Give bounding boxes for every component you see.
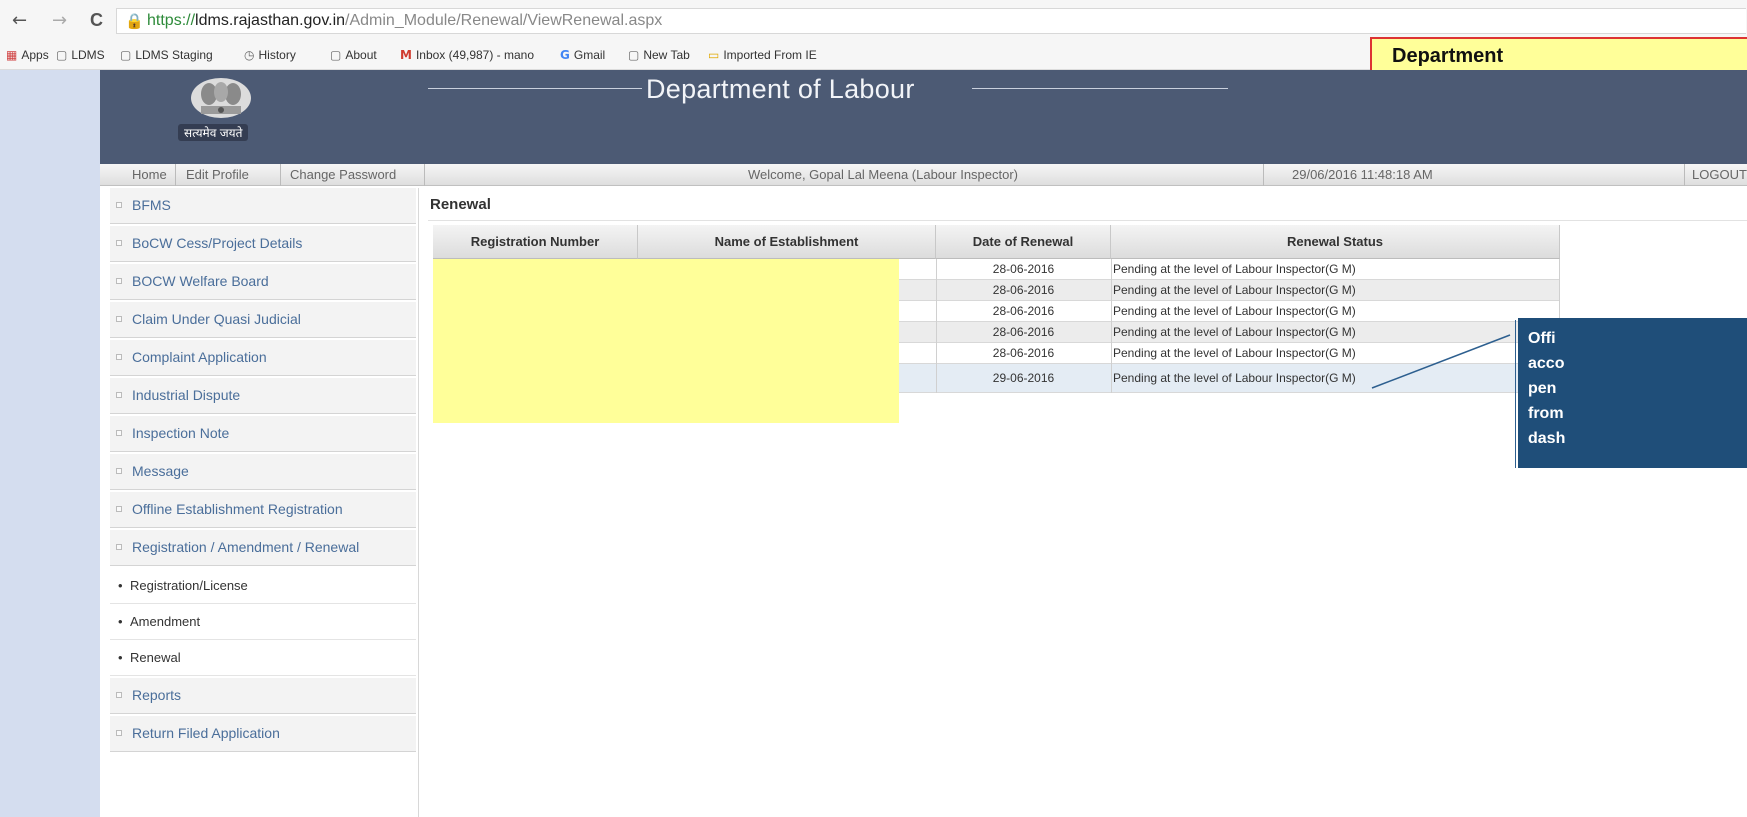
bookmark-ldms-staging[interactable]: ▢ LDMS Staging [120,48,213,62]
column-header-date-of-renewal[interactable]: Date of Renewal [936,225,1111,259]
history-icon: ◷ [244,48,255,62]
browser-toolbar: ← → C 🔒 https://ldms.rajasthan.gov.in/Ad… [0,0,1747,42]
bullet-square-icon [116,468,122,474]
sidebar-subitem-amendment[interactable]: • Amendment [110,604,416,640]
page-icon: ▢ [56,48,68,62]
sidebar-item-bocw-cess[interactable]: BoCW Cess/Project Details [110,226,416,262]
bullet-square-icon [116,316,122,322]
folder-icon: ▭ [708,48,720,62]
address-bar[interactable]: 🔒 https://ldms.rajasthan.gov.in/Admin_Mo… [116,8,1746,34]
page-title: Department of Labour [646,74,915,104]
apps-grid-icon: ▦ [6,48,18,62]
lock-icon: 🔒 [125,12,144,30]
bookmark-history[interactable]: ◷ History [244,48,296,62]
datetime-text: 29/06/2016 11:48:18 AM [1292,167,1433,182]
sidebar-item-registration-amendment-renewal[interactable]: Registration / Amendment / Renewal [110,530,416,566]
bullet-icon: • [118,650,123,665]
sidebar-item-bfms[interactable]: BFMS [110,188,416,224]
top-navigation: Home Edit Profile Change Password Welcom… [100,164,1747,186]
bullet-square-icon [116,202,122,208]
bullet-square-icon [116,430,122,436]
back-arrow-icon[interactable]: ← [12,10,27,31]
column-header-renewal-status[interactable]: Renewal Status [1111,225,1560,259]
page-margin [0,70,100,817]
section-title: Renewal [428,191,1747,221]
sidebar-item-inspection-note[interactable]: Inspection Note [110,416,416,452]
bullet-square-icon [116,354,122,360]
page-icon: ▢ [120,48,132,62]
bullet-square-icon [116,544,122,550]
bookmark-imported-from-ie[interactable]: ▭ Imported From IE [708,48,817,62]
sidebar-item-message[interactable]: Message [110,454,416,490]
sidebar-item-bocw-welfare-board[interactable]: BOCW Welfare Board [110,264,416,300]
nav-edit-profile[interactable]: Edit Profile [186,167,249,182]
bullet-square-icon [116,692,122,698]
header-rule-right [972,88,1228,89]
sidebar-item-claim-quasi-judicial[interactable]: Claim Under Quasi Judicial [110,302,416,338]
sidebar-item-complaint-application[interactable]: Complaint Application [110,340,416,376]
sidebar-item-reports[interactable]: Reports [110,678,416,714]
sidebar-subitem-renewal[interactable]: • Renewal [110,640,416,676]
header-rule-left [428,88,642,89]
sidebar-subitem-registration-license[interactable]: • Registration/License [110,568,416,604]
column-header-registration-number[interactable]: Registration Number [433,225,638,259]
nav-change-password[interactable]: Change Password [290,167,396,182]
sidebar-item-offline-establishment[interactable]: Offline Establishment Registration [110,492,416,528]
column-header-name-of-establishment[interactable]: Name of Establishment [638,225,936,259]
annotation-note: Offi acco pen from dash [1518,318,1747,468]
bookmark-apps[interactable]: ▦ Apps [6,48,49,62]
bullet-square-icon [116,506,122,512]
sidebar-divider [418,188,419,817]
bullet-square-icon [116,730,122,736]
page-icon: ▢ [628,48,640,62]
url-text[interactable]: https://ldms.rajasthan.gov.in/Admin_Modu… [147,12,662,30]
reload-icon[interactable]: C [90,10,103,31]
bookmark-inbox[interactable]: M Inbox (49,987) - mano [400,48,534,62]
forward-arrow-icon[interactable]: → [52,10,67,31]
site-header: सत्यमेव जयते Department of Labour [100,70,1747,164]
emblem-caption: सत्यमेव जयते [178,124,249,141]
bookmark-ldms[interactable]: ▢ LDMS [56,48,105,62]
bullet-square-icon [116,392,122,398]
page-icon: ▢ [330,48,342,62]
bullet-square-icon [116,278,122,284]
logout-link[interactable]: LOGOUT [1692,167,1747,182]
bullet-icon: • [118,578,123,593]
sidebar-item-return-filed-application[interactable]: Return Filed Application [110,716,416,752]
welcome-text: Welcome, Gopal Lal Meena (Labour Inspect… [748,167,1019,182]
bullet-icon: • [118,614,123,629]
redaction-highlight [433,259,899,423]
annotation-note-text: Offi acco pen from dash [1528,330,1566,447]
gmail-icon: M [400,48,412,62]
sidebar-item-industrial-dispute[interactable]: Industrial Dispute [110,378,416,414]
bullet-square-icon [116,240,122,246]
state-emblem-icon [191,78,251,118]
google-icon: G [560,48,570,62]
bookmark-new-tab[interactable]: ▢ New Tab [628,48,690,62]
nav-home[interactable]: Home [132,167,167,182]
bookmark-gmail[interactable]: G Gmail [560,48,605,62]
sidebar-menu: BFMS BoCW Cess/Project Details BOCW Welf… [110,188,420,817]
bookmark-about[interactable]: ▢ About [330,48,377,62]
